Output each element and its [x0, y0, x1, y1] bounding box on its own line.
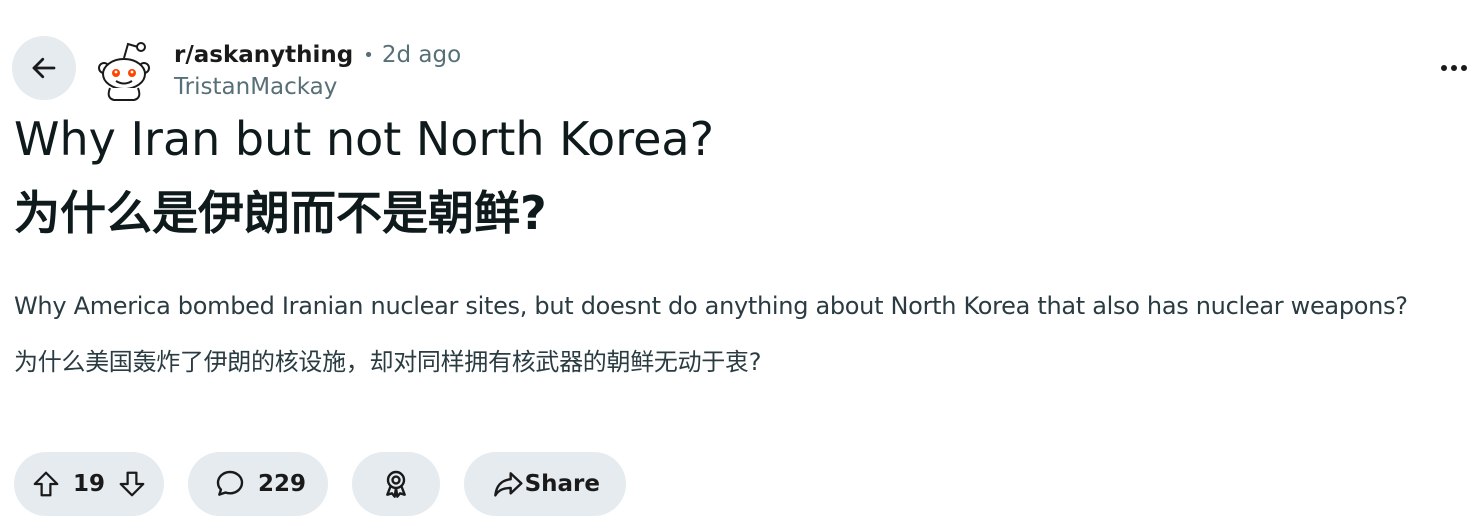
comment-count: 229: [257, 471, 306, 497]
snoo-icon: [98, 42, 150, 101]
award-button[interactable]: [352, 452, 440, 516]
post-title: Why Iran but not North Korea? 为什么是伊朗而不是朝…: [14, 110, 714, 242]
upvote-button[interactable]: [28, 466, 64, 502]
post-title-line: 为什么是伊朗而不是朝鲜?: [14, 186, 547, 240]
post-author[interactable]: TristanMackay: [174, 72, 337, 102]
speech-bubble-icon: [214, 468, 246, 500]
downvote-button[interactable]: [114, 466, 150, 502]
subreddit-link[interactable]: r/askanything: [174, 42, 353, 68]
post-timestamp: 2d ago: [381, 42, 462, 68]
post-title-line: Why Iran but not North Korea?: [14, 112, 714, 166]
post-meta: r/askanything • 2d ago: [174, 40, 461, 70]
post-action-bar: 19 229 Share: [14, 452, 650, 516]
back-button[interactable]: [12, 36, 76, 100]
vote-count: 19: [72, 471, 105, 497]
post-body-line: 为什么美国轰炸了伊朗的核设施，却对同样拥有核武器的朝鲜无动于衷?: [14, 348, 762, 376]
comments-button[interactable]: 229: [188, 452, 328, 516]
meta-separator: •: [363, 44, 374, 66]
vote-controls: 19: [14, 452, 164, 516]
author-name[interactable]: TristanMackay: [174, 74, 337, 100]
post-body-line: Why America bombed Iranian nuclear sites…: [14, 292, 1408, 320]
share-label: Share: [524, 471, 600, 497]
subreddit-avatar[interactable]: [92, 38, 156, 102]
arrow-up-outline-icon: [33, 471, 59, 497]
more-options-button[interactable]: [1436, 52, 1472, 84]
arrow-down-outline-icon: [119, 471, 145, 497]
post-body: Why America bombed Iranian nuclear sites…: [14, 282, 1474, 386]
arrow-left-icon: [32, 57, 56, 79]
award-ribbon-icon: [380, 468, 412, 500]
share-button[interactable]: Share: [464, 452, 626, 516]
ellipsis-horizontal-icon: [1441, 65, 1467, 71]
share-arrow-icon: [492, 468, 524, 500]
